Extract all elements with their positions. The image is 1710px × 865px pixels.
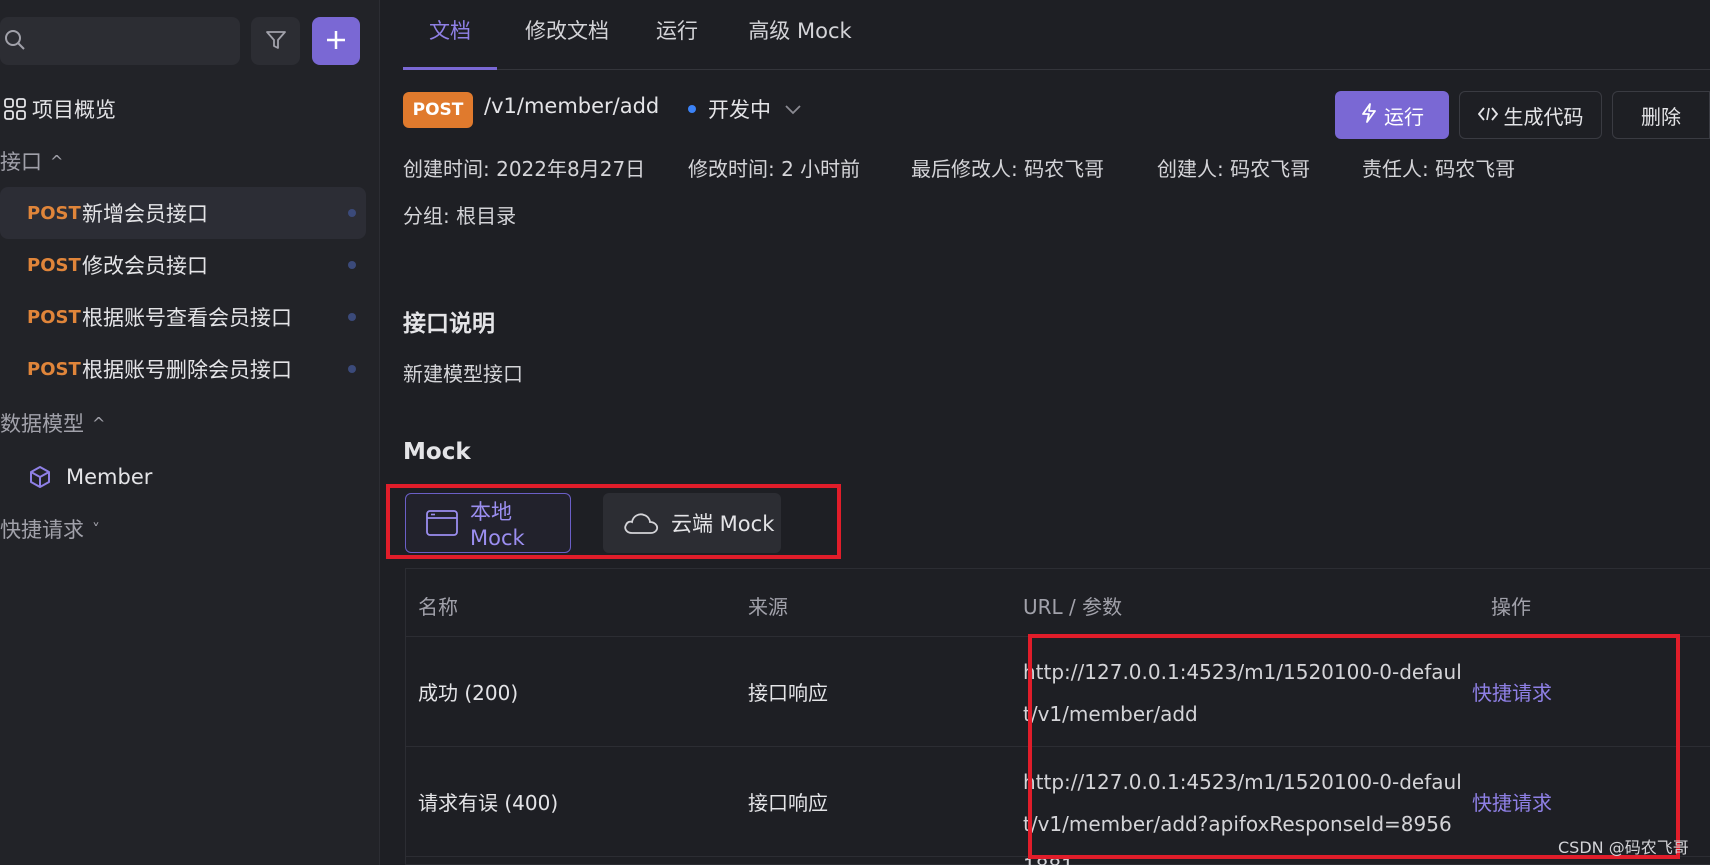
- generate-code-button[interactable]: 生成代码: [1459, 91, 1602, 139]
- tab-edit-docs[interactable]: 修改文档: [509, 14, 625, 70]
- method-label: POST: [27, 254, 81, 276]
- sidebar-api-item[interactable]: POST 根据账号删除会员接口: [0, 343, 366, 395]
- mock-source: 接口响应: [748, 791, 828, 815]
- tab-docs[interactable]: 文档: [403, 14, 497, 70]
- quick-request-link[interactable]: 快捷请求: [1472, 677, 1552, 706]
- created-time: 创建时间: 2022年8月27日: [403, 157, 646, 181]
- tab-bar: 文档 修改文档 运行 高级 Mock: [403, 0, 1710, 70]
- sidebar: 项目概览 接口 ^ POST 新增会员接口 POST 修改会员接口 POST 根…: [0, 0, 380, 865]
- tab-run[interactable]: 运行: [647, 14, 707, 70]
- run-button[interactable]: 运行: [1335, 91, 1449, 139]
- mock-name: 请求有误 (400): [418, 791, 559, 815]
- mock-name: 成功 (200): [418, 681, 519, 705]
- modified-time: 修改时间: 2 小时前: [688, 157, 861, 181]
- mock-url[interactable]: http://127.0.0.1:4523/m1/1520100-0-defau…: [1023, 651, 1463, 735]
- local-mock-tab[interactable]: 本地 Mock: [405, 493, 571, 553]
- sidebar-api-item[interactable]: POST 新增会员接口: [0, 187, 366, 239]
- status-dot: [348, 365, 356, 373]
- method-label: POST: [27, 306, 81, 328]
- status-dot: [348, 209, 356, 217]
- cube-icon: [28, 465, 52, 489]
- sidebar-group-quick-requests[interactable]: 快捷请求 ˅: [0, 505, 370, 553]
- local-mock-label: 本地 Mock: [470, 500, 525, 550]
- cloud-icon: [623, 511, 659, 535]
- filter-icon: [265, 29, 287, 54]
- code-icon: [1477, 103, 1498, 127]
- sidebar-group-label: 接口: [0, 150, 42, 174]
- sidebar-api-item[interactable]: POST 根据账号查看会员接口: [0, 291, 366, 343]
- sidebar-item-overview[interactable]: 项目概览: [0, 85, 370, 133]
- column-header-name: 名称: [418, 595, 458, 619]
- run-label: 运行: [1384, 104, 1424, 129]
- column-header-action: 操作: [1491, 595, 1531, 619]
- mock-title: Mock: [403, 439, 471, 465]
- creator: 创建人: 码农飞哥: [1157, 157, 1311, 181]
- watermark: CSDN @码农飞哥: [1558, 838, 1689, 857]
- delete-button[interactable]: 删除: [1612, 91, 1710, 139]
- quick-request-link[interactable]: 快捷请求: [1472, 787, 1552, 816]
- chevron-down-icon: ˅: [92, 519, 100, 539]
- mock-source: 接口响应: [748, 681, 828, 705]
- sidebar-api-item[interactable]: POST 修改会员接口: [0, 239, 366, 291]
- plus-icon: [324, 28, 348, 55]
- status-label: 开发中: [708, 98, 771, 122]
- search-icon: [4, 29, 26, 56]
- status-dot: [348, 313, 356, 321]
- column-header-url: URL / 参数: [1023, 595, 1123, 619]
- method-label: POST: [27, 202, 81, 224]
- sidebar-group-label: 数据模型: [0, 412, 84, 436]
- api-name: 新增会员接口: [82, 202, 208, 226]
- chevron-down-icon: [785, 100, 801, 119]
- status-dot: [348, 261, 356, 269]
- search-box[interactable]: [0, 17, 240, 65]
- grid-icon: [4, 98, 26, 120]
- sidebar-item-label: 项目概览: [32, 98, 116, 122]
- search-input[interactable]: [32, 25, 232, 57]
- table-row: 成功 (200) 接口响应 http://127.0.0.1:4523/m1/1…: [406, 637, 1710, 747]
- owner: 责任人: 码农飞哥: [1362, 157, 1516, 181]
- group-info: 分组: 根目录: [403, 204, 517, 228]
- table-header: 名称 来源 URL / 参数 操作: [406, 569, 1710, 637]
- filter-button[interactable]: [251, 17, 300, 65]
- api-name: 修改会员接口: [82, 254, 208, 278]
- mock-url[interactable]: http://127.0.0.1:4523/m1/1520100-0-defau…: [1023, 761, 1463, 865]
- cloud-mock-tab[interactable]: 云端 Mock: [603, 493, 781, 553]
- generate-code-label: 生成代码: [1503, 104, 1584, 129]
- status-dropdown[interactable]: 开发中: [688, 94, 801, 124]
- description-text: 新建模型接口: [403, 362, 523, 386]
- chevron-up-icon: ^: [50, 151, 64, 171]
- method-badge: POST: [403, 92, 473, 128]
- cloud-mock-label: 云端 Mock: [671, 512, 775, 536]
- chevron-up-icon: ^: [92, 413, 106, 433]
- model-name: Member: [66, 465, 153, 489]
- api-path: /v1/member/add: [484, 94, 660, 118]
- table-row: 请求有误 (400) 接口响应 http://127.0.0.1:4523/m1…: [406, 747, 1710, 865]
- sidebar-group-interfaces[interactable]: 接口 ^: [0, 137, 370, 185]
- main-panel: 文档 修改文档 运行 高级 Mock POST /v1/member/add 开…: [380, 0, 1710, 865]
- tab-advanced-mock[interactable]: 高级 Mock: [737, 14, 863, 70]
- api-name: 根据账号删除会员接口: [82, 358, 292, 382]
- description-title: 接口说明: [403, 311, 495, 337]
- sidebar-model-member[interactable]: Member: [0, 453, 370, 501]
- add-button[interactable]: [312, 17, 360, 65]
- method-label: POST: [27, 358, 81, 380]
- lightning-icon: [1360, 102, 1378, 128]
- status-dot: [688, 105, 696, 113]
- last-modifier: 最后修改人: 码农飞哥: [911, 157, 1105, 181]
- column-header-source: 来源: [748, 595, 788, 619]
- mock-table: 名称 来源 URL / 参数 操作 成功 (200) 接口响应 http://1…: [405, 568, 1710, 865]
- api-name: 根据账号查看会员接口: [82, 306, 292, 330]
- browser-window-icon: [426, 510, 458, 536]
- sidebar-group-models[interactable]: 数据模型 ^: [0, 399, 370, 447]
- sidebar-group-label: 快捷请求: [0, 518, 84, 542]
